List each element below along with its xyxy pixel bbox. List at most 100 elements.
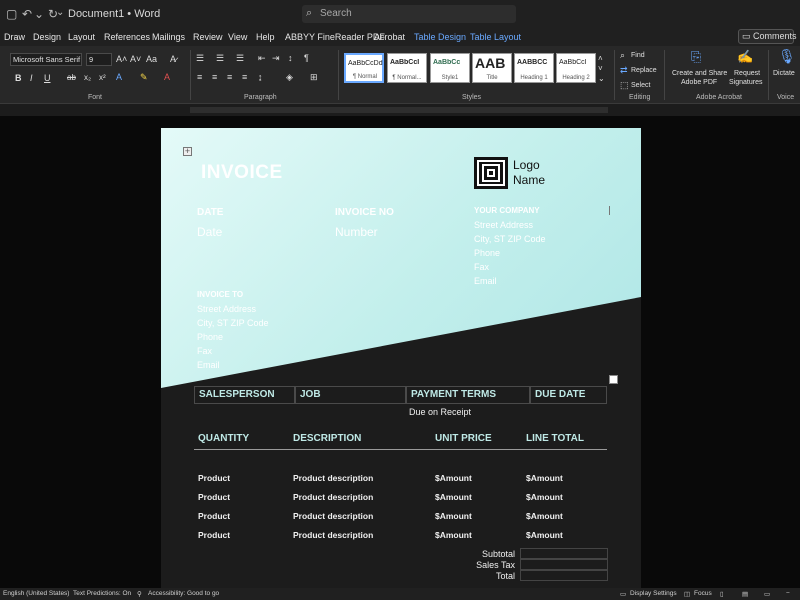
focus-button[interactable]: Focus — [694, 590, 712, 597]
zoom-out-icon[interactable]: − — [786, 590, 790, 597]
styles-scroll-up-icon[interactable]: ˄ — [598, 54, 603, 63]
grow-font-icon[interactable]: A˄ — [116, 54, 127, 64]
item-unit[interactable]: $Amount — [435, 530, 472, 540]
numbering-icon[interactable]: ☰ — [216, 53, 224, 64]
request-sig-label-1[interactable]: Request — [734, 70, 760, 77]
create-share-label-2[interactable]: Adobe PDF — [681, 79, 717, 86]
font-name-box[interactable]: Microsoft Sans Serif — [10, 53, 82, 66]
logo-icon[interactable] — [474, 157, 508, 189]
superscript-icon[interactable]: x² — [99, 73, 106, 82]
date-value[interactable]: Date — [197, 225, 222, 239]
item-qty[interactable]: Product — [198, 511, 230, 521]
borders-icon[interactable]: ⊞ — [310, 72, 318, 83]
display-settings-button[interactable]: Display Settings — [630, 590, 677, 597]
horizontal-ruler[interactable] — [0, 104, 800, 116]
subtotal-value-field[interactable] — [520, 548, 608, 559]
web-layout-icon[interactable]: ▭ — [764, 590, 770, 598]
text-predictions-status[interactable]: Text Predictions: On — [73, 590, 131, 597]
document-page[interactable]: + INVOICE DATE Date INVOICE NO Number Lo… — [161, 128, 641, 588]
company-phone[interactable]: Phone — [474, 248, 500, 258]
style-style1[interactable]: AaBbCc Style1 — [430, 53, 470, 83]
tab-view[interactable]: View — [228, 32, 247, 42]
item-desc[interactable]: Product description — [293, 530, 373, 540]
underline-icon[interactable]: U — [44, 73, 51, 83]
line-spacing-icon[interactable]: ↨ — [258, 72, 263, 82]
sort-icon[interactable]: ↕ — [288, 53, 293, 63]
text-effects-icon[interactable]: A — [116, 72, 122, 82]
shrink-font-icon[interactable]: A˅ — [130, 54, 141, 64]
subscript-icon[interactable]: x₂ — [84, 73, 91, 82]
invoice-to-street[interactable]: Street Address — [197, 304, 256, 314]
item-total[interactable]: $Amount — [526, 511, 563, 521]
replace-icon[interactable]: ⇄ — [620, 65, 628, 76]
style-heading1[interactable]: AABBCC Heading 1 — [514, 53, 554, 83]
item-desc[interactable]: Product description — [293, 511, 373, 521]
item-desc[interactable]: Product description — [293, 492, 373, 502]
read-mode-icon[interactable]: ▯ — [720, 590, 724, 598]
create-pdf-icon[interactable]: ⎘ — [691, 49, 701, 65]
invoice-no-value[interactable]: Number — [335, 225, 378, 239]
autosave-toggle-icon[interactable]: ▢ — [6, 7, 17, 21]
item-unit[interactable]: $Amount — [435, 511, 472, 521]
payment-terms-header[interactable]: PAYMENT TERMS — [406, 386, 530, 404]
tab-help[interactable]: Help — [256, 32, 275, 42]
font-color-icon[interactable]: A — [164, 72, 170, 82]
tab-abbyy[interactable]: ABBYY FineReader PDF — [285, 32, 385, 42]
multilevel-list-icon[interactable]: ☰ — [236, 53, 244, 64]
highlight-icon[interactable]: ✎ — [140, 72, 148, 83]
customize-toolbar-icon[interactable]: ⌄ — [56, 7, 64, 18]
job-header[interactable]: JOB — [295, 386, 406, 404]
sales-tax-value-field[interactable] — [520, 559, 608, 570]
bullets-icon[interactable]: ☰ — [196, 53, 204, 64]
tab-acrobat[interactable]: Acrobat — [374, 32, 405, 42]
styles-more-icon[interactable]: ⌄ — [598, 74, 605, 83]
select-button[interactable]: Select — [631, 82, 650, 89]
invoice-to-email[interactable]: Email — [197, 360, 220, 370]
tab-review[interactable]: Review — [193, 32, 223, 42]
request-sig-label-2[interactable]: Signatures — [729, 79, 762, 86]
find-button[interactable]: Find — [631, 52, 645, 59]
table-resize-handle-icon[interactable] — [609, 375, 618, 384]
tab-table-design[interactable]: Table Design — [414, 32, 466, 42]
decrease-indent-icon[interactable]: ⇤ — [258, 53, 266, 64]
company-email[interactable]: Email — [474, 276, 497, 286]
increase-indent-icon[interactable]: ⇥ — [272, 53, 280, 64]
salesperson-header[interactable]: SALESPERSON — [194, 386, 295, 404]
due-date-header[interactable]: DUE DATE — [530, 386, 607, 404]
tab-references[interactable]: References — [104, 32, 150, 42]
align-left-icon[interactable]: ≡ — [197, 72, 202, 82]
invoice-to-phone[interactable]: Phone — [197, 332, 223, 342]
payment-terms-value[interactable]: Due on Receipt — [409, 407, 471, 417]
select-icon[interactable]: ⬚ — [620, 80, 629, 91]
print-layout-icon[interactable]: ▤ — [742, 590, 748, 598]
microphone-icon[interactable]: 🎙 — [778, 48, 796, 65]
undo-dropdown-icon[interactable]: ⌄ — [34, 7, 44, 21]
item-qty[interactable]: Product — [198, 530, 230, 540]
item-unit[interactable]: $Amount — [435, 473, 472, 483]
shading-icon[interactable]: ◈ — [286, 72, 293, 83]
tab-draw[interactable]: Draw — [4, 32, 25, 42]
tab-table-layout[interactable]: Table Layout — [470, 32, 521, 42]
item-desc[interactable]: Product description — [293, 473, 373, 483]
style-heading2[interactable]: AaBbCcI Heading 2 — [556, 53, 596, 83]
accessibility-status[interactable]: Accessibility: Good to go — [148, 590, 219, 597]
undo-icon[interactable]: ↶ — [22, 7, 32, 21]
company-city[interactable]: City, ST ZIP Code — [474, 234, 546, 244]
item-qty[interactable]: Product — [198, 473, 230, 483]
item-unit[interactable]: $Amount — [435, 492, 472, 502]
table-move-handle-icon[interactable]: + — [183, 147, 192, 156]
document-canvas[interactable]: + INVOICE DATE Date INVOICE NO Number Lo… — [0, 116, 800, 588]
bold-icon[interactable]: B — [15, 73, 22, 83]
align-center-icon[interactable]: ≡ — [212, 72, 217, 82]
item-total[interactable]: $Amount — [526, 530, 563, 540]
invoice-to-fax[interactable]: Fax — [197, 346, 212, 356]
create-share-label-1[interactable]: Create and Share — [672, 70, 727, 77]
company-street[interactable]: Street Address — [474, 220, 533, 230]
language-status[interactable]: English (United States) — [3, 590, 69, 597]
show-formatting-icon[interactable]: ¶ — [304, 53, 309, 63]
tab-design[interactable]: Design — [33, 32, 61, 42]
styles-scroll-down-icon[interactable]: ˅ — [598, 64, 603, 73]
style-title[interactable]: AAB Title — [472, 53, 512, 83]
clear-formatting-icon[interactable]: A̷ — [170, 54, 176, 64]
dictate-button[interactable]: Dictate — [773, 70, 795, 77]
